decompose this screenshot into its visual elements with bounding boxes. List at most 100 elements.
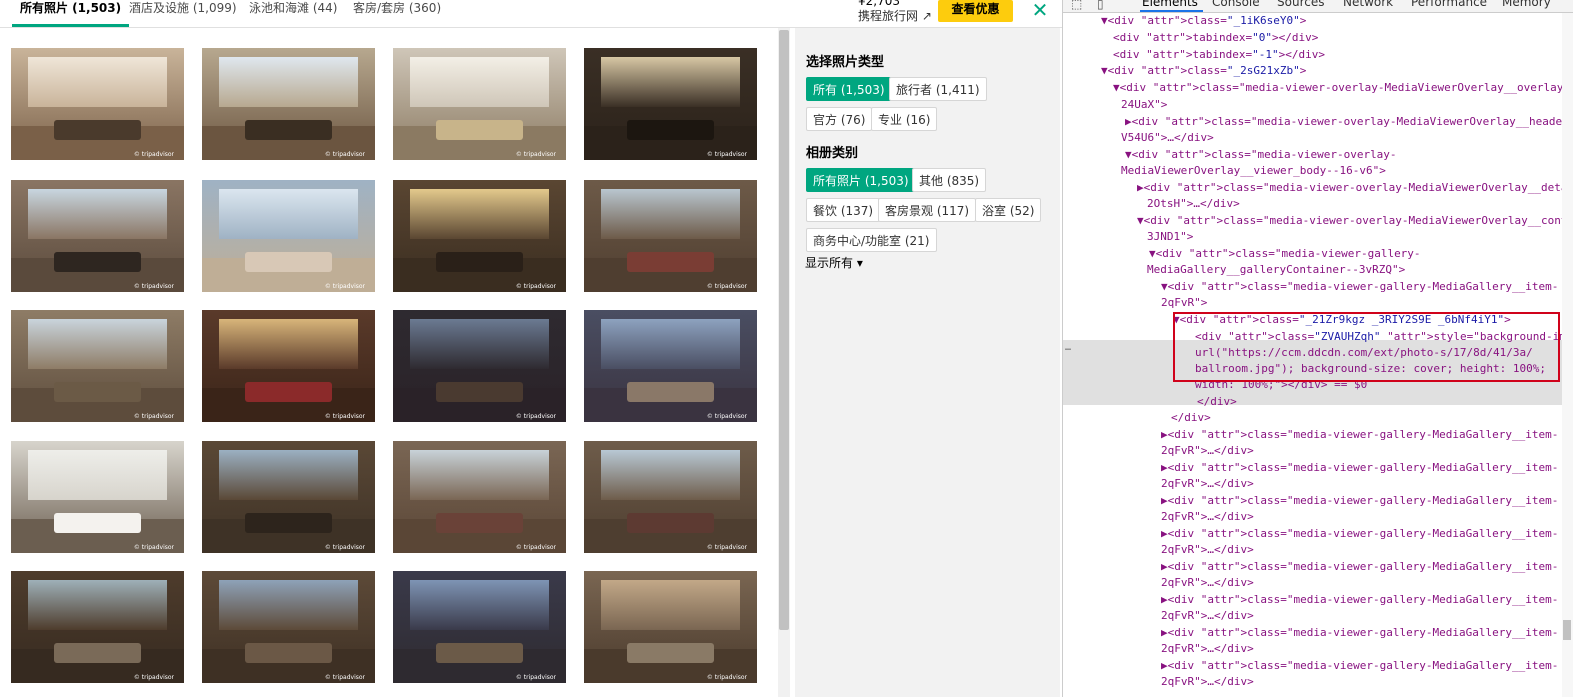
dom-node-line[interactable]: 24UaX"> [1063,97,1563,113]
view-deal-button[interactable]: 查看优惠 [938,0,1013,22]
gallery-photo[interactable]: © tripadvisor [11,310,184,422]
dom-node-line[interactable]: <div "attr">tabindex="-1"></div> [1063,47,1563,63]
tab-rooms-suites[interactable]: 客房/套房 (360) [353,0,441,27]
tripadvisor-watermark: © tripadvisor [133,283,174,290]
gallery-photo[interactable]: © tripadvisor [584,48,757,160]
dom-node-line[interactable]: ▶<div "attr">class="media-viewer-gallery… [1063,559,1563,575]
gallery-photo[interactable]: © tripadvisor [584,180,757,292]
photo-window-area [219,56,358,108]
dom-node-line[interactable]: ▶<div "attr">class="media-viewer-gallery… [1063,625,1563,641]
chip-album-other[interactable]: 其他 (835) [912,168,987,192]
devtools-tab-console[interactable]: Console [1212,0,1260,9]
gallery-photo[interactable]: © tripadvisor [393,310,566,422]
photo-furniture [54,512,141,533]
photo-furniture [245,251,332,272]
dom-node-line[interactable]: 2qFvR"> [1063,295,1563,311]
chip-official[interactable]: 官方 (76) [806,107,873,131]
devtools-tab-network[interactable]: Network [1343,0,1393,9]
tripadvisor-watermark: © tripadvisor [706,283,747,290]
ctrip-link[interactable]: 携程旅行网 ↗ [858,7,932,24]
gallery-photo[interactable]: © tripadvisor [11,571,184,683]
gallery-photo[interactable]: © tripadvisor [11,441,184,553]
chip-all[interactable]: 所有 (1,503) [806,77,892,101]
dom-node-line[interactable]: ▼<div "attr">class="media-viewer-overlay… [1063,147,1563,163]
chip-album-bathroom[interactable]: 浴室 (52) [975,198,1042,222]
devtools-tab-sources[interactable]: Sources [1277,0,1324,9]
dom-node-line[interactable]: ▶<div "attr">class="media-viewer-gallery… [1063,592,1563,608]
devtools-tab-elements[interactable]: Elements [1142,0,1198,9]
dom-node-line[interactable]: ▶<div "attr">class="media-viewer-gallery… [1063,427,1563,443]
dom-node-line[interactable]: ▼<div "attr">class="_2sG21xZb"> [1063,63,1563,79]
gallery-photo[interactable]: © tripadvisor [584,310,757,422]
dom-node-line[interactable]: 2qFvR">…</div> [1063,674,1563,690]
dom-node-text: ▶<div "attr">class="media-viewer-gallery… [1161,626,1559,639]
gallery-photo[interactable]: © tripadvisor [584,571,757,683]
dom-node-line[interactable]: </div> [1063,410,1563,426]
dom-node-text: ▼<div "attr">class="_2sG21xZb"> [1101,64,1307,77]
devtools-scrollbar-thumb[interactable] [1563,620,1571,640]
dom-node-line[interactable]: MediaGallery__galleryContainer--3vRZQ"> [1063,262,1563,278]
tripadvisor-watermark: © tripadvisor [515,283,556,290]
gallery-photo[interactable]: © tripadvisor [11,48,184,160]
chip-professional[interactable]: 专业 (16) [871,107,938,131]
dom-node-line[interactable]: 2qFvR">…</div> [1063,542,1563,558]
tab-hotel-facilities[interactable]: 酒店及设施 (1,099) [129,0,237,27]
tab-all-photos[interactable]: 所有照片 (1,503) [12,0,130,27]
chip-travelers[interactable]: 旅行者 (1,411) [889,77,987,101]
dom-node-line[interactable]: ▼<div "attr">class="media-viewer-gallery… [1063,279,1563,295]
dom-node-line[interactable]: 2qFvR">…</div> [1063,443,1563,459]
dom-node-line[interactable]: ▶<div "attr">class="media-viewer-gallery… [1063,658,1563,674]
gallery-photo[interactable]: © tripadvisor [202,571,375,683]
annotation-highlight-box [1173,312,1560,382]
photo-type-heading: 选择照片类型 [806,55,885,70]
dom-node-line[interactable]: ▶<div "attr">class="media-viewer-gallery… [1063,526,1563,542]
chip-album-room-view[interactable]: 客房景观 (117) [878,198,977,222]
dom-node-line[interactable]: 2qFvR">…</div> [1063,641,1563,657]
gallery-photo[interactable]: © tripadvisor [11,180,184,292]
chip-album-business[interactable]: 商务中心/功能室 (21) [806,228,937,252]
dom-node-line[interactable]: 2qFvR">…</div> [1063,575,1563,591]
dom-node-line[interactable]: ▼<div "attr">class="media-viewer-gallery… [1063,246,1563,262]
photo-window-area [219,449,358,501]
dom-node-line[interactable]: MediaViewerOverlay__viewer_body--16-v6"> [1063,163,1563,179]
dom-node-line[interactable]: <div "attr">tabindex="0"></div> [1063,30,1563,46]
tab-pool-beach[interactable]: 泳池和海滩 (44) [249,0,337,27]
dom-node-line[interactable]: </div> [1063,394,1563,410]
gallery-photo[interactable]: © tripadvisor [393,441,566,553]
gallery-photo[interactable]: © tripadvisor [202,441,375,553]
dom-node-line[interactable]: ▼<div "attr">class="media-viewer-overlay… [1063,213,1573,229]
chip-album-dining[interactable]: 餐饮 (137) [806,198,881,222]
gallery-photo[interactable]: © tripadvisor [202,48,375,160]
dom-node-text: ▼<div "attr">class="media-viewer-overlay… [1137,214,1573,227]
chip-album-all[interactable]: 所有照片 (1,503) [806,168,916,192]
dom-node-line[interactable]: ▶<div "attr">class="media-viewer-overlay… [1063,114,1573,130]
dom-node-line[interactable]: 2OtsH">…</div> [1063,196,1563,212]
dom-node-text: 2qFvR">…</div> [1161,477,1254,490]
dom-node-line[interactable]: ▶<div "attr">class="media-viewer-gallery… [1063,460,1563,476]
gallery-photo[interactable]: © tripadvisor [393,571,566,683]
gallery-photo[interactable]: © tripadvisor [393,48,566,160]
gallery-photo[interactable]: © tripadvisor [202,310,375,422]
tripadvisor-watermark: © tripadvisor [706,544,747,551]
inspect-element-icon[interactable]: ⬚ [1071,0,1082,11]
show-all-link[interactable]: 显示所有 ▾ [805,254,863,271]
dom-node-line[interactable]: ▶<div "attr">class="media-viewer-gallery… [1063,493,1563,509]
gallery-scrollbar-thumb[interactable] [779,30,789,630]
close-icon[interactable]: ✕ [1026,0,1054,24]
dom-node-line[interactable]: ▶<div "attr">class="media-viewer-overlay… [1063,180,1573,196]
gallery-photo[interactable]: © tripadvisor [584,441,757,553]
photo-window-area [28,56,167,108]
dom-node-line[interactable]: ▼<div "attr">class="media-viewer-overlay… [1063,80,1570,96]
dom-node-line[interactable]: 2qFvR">…</div> [1063,509,1563,525]
devtools-tab-performance[interactable]: Performance [1411,0,1487,9]
devtools-tab-memory[interactable]: Memory [1502,0,1551,9]
gallery-photo[interactable]: © tripadvisor [393,180,566,292]
dom-node-line[interactable]: ▼<div "attr">class="_1iK6seY0"> [1063,13,1563,29]
dom-node-line[interactable]: V54U6">…</div> [1063,130,1563,146]
dom-node-line[interactable]: 2qFvR">…</div> [1063,476,1563,492]
device-toggle-icon[interactable]: ▯ [1097,0,1104,11]
devtools-scrollbar-track[interactable] [1562,13,1573,697]
dom-node-line[interactable]: 3JND1"> [1063,229,1563,245]
dom-node-line[interactable]: 2qFvR">…</div> [1063,608,1563,624]
gallery-photo[interactable]: © tripadvisor [202,180,375,292]
